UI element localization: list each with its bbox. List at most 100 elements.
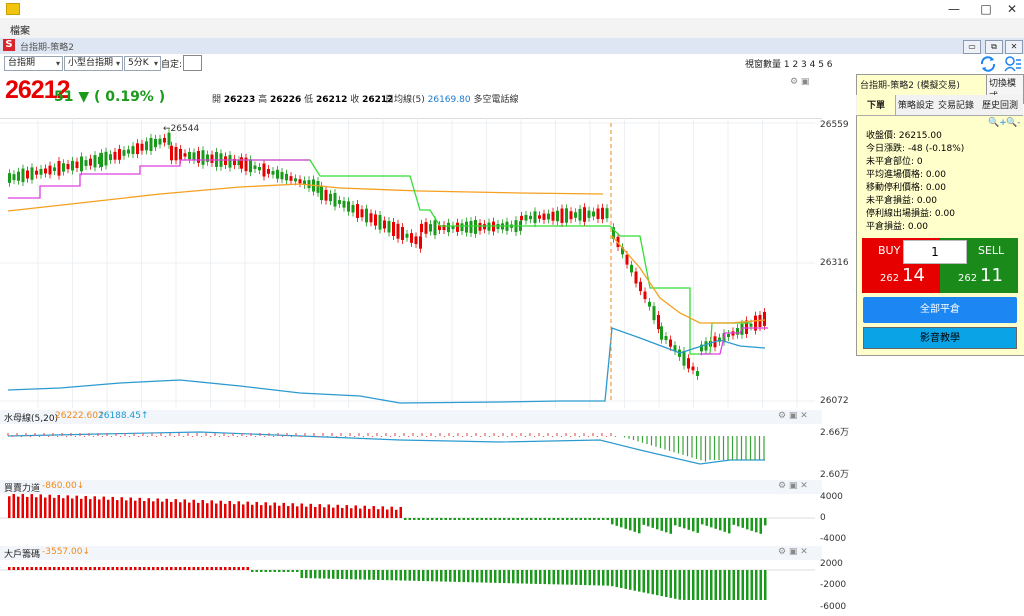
panel-major-tools-icon[interactable]: ⚙ ▣ ✕ xyxy=(778,547,808,557)
major-bar xyxy=(345,570,348,580)
close-all-button[interactable]: 全部平倉 xyxy=(863,297,1017,323)
mdi-restore-button[interactable]: ⧉ xyxy=(985,40,1003,54)
major-bar xyxy=(318,570,321,579)
candle-body xyxy=(8,173,11,183)
major-bar xyxy=(363,570,366,580)
force-bar xyxy=(345,505,348,518)
panel-jellyfish-tools-icon[interactable]: ⚙ ▣ ✕ xyxy=(778,411,808,421)
candle-body xyxy=(664,336,668,341)
force-bar xyxy=(435,518,438,520)
major-bar xyxy=(89,567,92,570)
candle-body xyxy=(587,210,591,218)
maximize-button[interactable]: □ xyxy=(974,2,998,16)
chart-settings-icon[interactable]: ⚙ ▣ xyxy=(790,77,809,87)
tab-backtest[interactable]: 歷史回測 xyxy=(982,98,1018,111)
tab-trades[interactable]: 交易記錄 xyxy=(938,98,974,111)
contract-select[interactable]: 小型台指期 xyxy=(64,56,123,71)
major-bar xyxy=(35,567,38,570)
candle-body xyxy=(145,141,148,151)
major-bar xyxy=(359,570,362,580)
buy-price: 14 xyxy=(902,265,925,286)
candle-body xyxy=(333,192,337,207)
stat-unrealized: 未平倉損益: 0.00 xyxy=(866,196,937,206)
tab-strategy[interactable]: 策略設定 xyxy=(898,98,934,111)
major-bar xyxy=(102,567,105,570)
candle-body xyxy=(424,222,428,234)
force-bar xyxy=(750,518,753,531)
force-bar xyxy=(80,498,83,518)
signal-label: 多空電話線 xyxy=(473,95,519,105)
force-bar xyxy=(660,518,663,531)
candle-body xyxy=(478,222,482,231)
force-bar xyxy=(485,518,488,520)
force-bar xyxy=(525,518,528,520)
product-select[interactable]: 台指期 xyxy=(4,56,63,71)
force-bar xyxy=(444,518,447,520)
sell-label: SELL xyxy=(978,244,1005,257)
custom-period-input[interactable] xyxy=(183,55,202,71)
force-bar xyxy=(377,509,380,518)
stat-close: 收盤價: 26215.00 xyxy=(866,131,942,141)
major-bar xyxy=(197,567,200,570)
candle-body xyxy=(17,171,20,181)
major-bar xyxy=(332,570,335,579)
force-bar xyxy=(755,518,758,533)
force-bar xyxy=(138,497,141,518)
major-bar xyxy=(116,567,119,570)
candle-body xyxy=(383,220,386,229)
tab-order[interactable]: 下單 xyxy=(867,98,885,111)
candle-body xyxy=(84,160,88,166)
panel-jellyfish-title: 水母線(5,20) xyxy=(4,414,59,424)
force-bar xyxy=(53,497,56,518)
force-bar xyxy=(458,518,461,520)
force-bar xyxy=(260,505,263,518)
candle-body xyxy=(583,207,586,222)
zoom-out-icon[interactable]: 🔍- xyxy=(1006,118,1020,128)
panel-force-v1: -860.00↓ xyxy=(42,481,85,491)
menu-file[interactable]: 檔案 xyxy=(10,22,30,37)
video-tutorial-button[interactable]: 影音教學 xyxy=(863,327,1017,349)
period-select[interactable]: 5分K xyxy=(124,56,161,71)
force-bar xyxy=(548,518,551,520)
price-change: 51 ▼ ( 0.19% ) xyxy=(54,89,166,105)
quantity-input[interactable]: 1 xyxy=(903,240,967,264)
panel-force-header: 買賣力道 -860.00↓ ⚙ ▣ ✕ xyxy=(0,480,822,494)
major-bar xyxy=(732,570,735,600)
force-bar xyxy=(503,518,506,520)
refresh-icon[interactable] xyxy=(978,54,998,74)
major-bar xyxy=(602,570,605,586)
major-bar xyxy=(62,567,65,570)
candle-body xyxy=(89,158,92,166)
force-bar xyxy=(746,518,749,530)
major-bar xyxy=(381,570,384,581)
panel-force-tools-icon[interactable]: ⚙ ▣ ✕ xyxy=(778,481,808,491)
mdi-minimize-button[interactable]: ▭ xyxy=(963,40,981,54)
open-value: 26223 xyxy=(223,95,256,105)
force-bar xyxy=(89,499,92,518)
zoom-in-icon[interactable]: 🔍+ xyxy=(988,118,1007,128)
force-bar xyxy=(422,518,425,520)
minimize-button[interactable]: — xyxy=(942,2,966,16)
force-bar xyxy=(381,506,384,518)
major-bar xyxy=(606,570,609,586)
major-bar xyxy=(350,570,353,580)
close-label: 收 xyxy=(350,95,360,105)
force-bar xyxy=(224,503,227,518)
force-bar xyxy=(498,518,501,520)
close-button[interactable]: ✕ xyxy=(1000,2,1024,16)
force-bar xyxy=(161,501,164,518)
mdi-close-button[interactable]: ✕ xyxy=(1005,40,1023,54)
major-bar xyxy=(278,570,281,572)
user-settings-icon[interactable] xyxy=(1004,55,1022,73)
major-bar xyxy=(251,570,254,572)
view-count[interactable]: 視窗數量 1 2 3 4 5 6 xyxy=(745,57,833,70)
force-bar xyxy=(476,518,479,520)
force-bar xyxy=(561,518,564,520)
force-bar xyxy=(134,500,137,518)
candle-body xyxy=(601,207,604,220)
candle-body xyxy=(460,223,464,232)
major-bar xyxy=(449,570,452,582)
candle-body xyxy=(396,223,400,239)
major-bar xyxy=(75,567,78,570)
menu-bar: 檔案 xyxy=(0,18,1024,39)
